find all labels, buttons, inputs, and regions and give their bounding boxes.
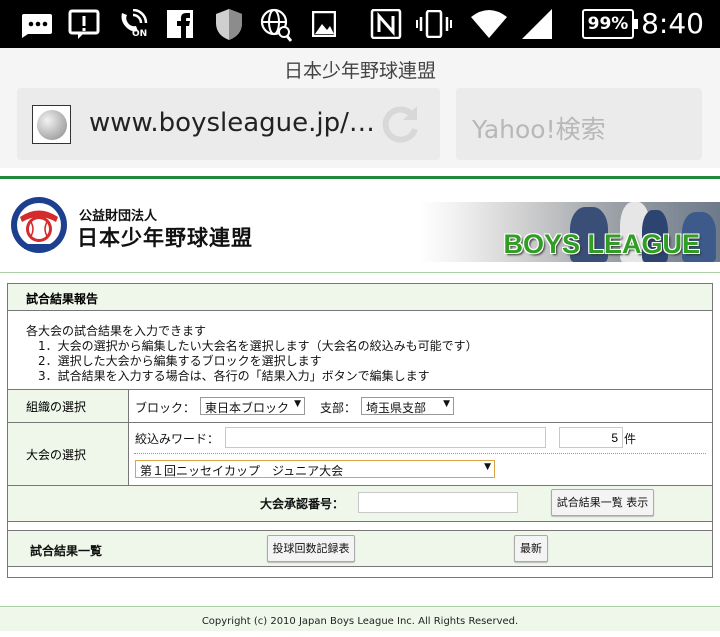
chat-bubble-icon [22, 14, 52, 38]
org-select-row: 組織の選択 ブロック： 東日本ブロック ▼ 支部： 埼玉県支部 ▼ [8, 389, 712, 422]
browser-toolbar: 日本少年野球連盟 www.boysleague.jp/… Yahoo!検索 [0, 48, 720, 168]
result-count-input[interactable] [559, 427, 623, 448]
signal-icon [522, 9, 552, 39]
site-header: 公益財団法人 日本少年野球連盟 BOYS LEAGUE [0, 180, 720, 273]
facebook-icon [167, 10, 193, 38]
reload-icon[interactable] [377, 102, 423, 148]
branch-select[interactable]: 埼玉県支部 ▼ [361, 397, 454, 415]
address-bar[interactable]: www.boysleague.jp/… [17, 88, 440, 160]
filter-word-input[interactable] [225, 427, 546, 448]
approval-number-label: 大会承認番号： [260, 497, 345, 511]
wifi-calling-label: ON [132, 29, 148, 39]
chevron-down-icon: ▼ [294, 399, 301, 409]
block-label: ブロック： [135, 401, 196, 415]
results-list-label: 試合結果一覧 [30, 544, 103, 558]
wifi-icon [471, 10, 507, 38]
approval-row: 大会承認番号： 試合結果一覧 表示 [8, 485, 712, 521]
tournament-select-label: 大会の選択 [8, 423, 129, 485]
filter-word-label: 絞込みワード： [135, 432, 220, 446]
browser-page-title: 日本少年野球連盟 [283, 60, 436, 82]
globe-search-icon [260, 8, 292, 42]
approval-number-input[interactable] [358, 492, 518, 513]
banner-text: BOYS LEAGUE [503, 229, 700, 259]
latest-button[interactable]: 最新 [514, 535, 548, 562]
chevron-down-icon: ▼ [484, 462, 491, 472]
form-description: 各大会の試合結果を入力できます 1．大会の選択から編集したい大会名を選択します（… [26, 324, 478, 383]
clock: 8:40 [641, 7, 704, 40]
org-name: 日本少年野球連盟 [77, 226, 253, 250]
vibrate-icon [416, 10, 452, 38]
pitch-record-button[interactable]: 投球回数記録表 [267, 535, 355, 562]
battery-indicator: 99% [582, 9, 638, 39]
block-select-value: 東日本ブロック [205, 401, 290, 415]
nfc-icon [370, 9, 402, 39]
status-bar: ON 99% 8:40 [0, 0, 720, 48]
alert-icon [68, 9, 100, 39]
boys-league-emblem-icon[interactable] [10, 196, 68, 254]
block-select[interactable]: 東日本ブロック ▼ [200, 397, 305, 415]
results-list-row: 試合結果一覧 投球回数記録表 最新 [8, 530, 712, 566]
boys-league-banner: BOYS LEAGUE [420, 202, 720, 262]
result-report-form: 試合結果報告 各大会の試合結果を入力できます 1．大会の選択から編集したい大会名… [7, 283, 713, 578]
tournament-select[interactable]: 第１回ニッセイカップ ジュニア大会 ▼ [135, 460, 495, 478]
url-text[interactable]: www.boysleague.jp/… [89, 108, 375, 138]
chevron-down-icon: ▼ [443, 399, 450, 409]
form-title: 試合結果報告 [8, 284, 712, 311]
copyright-footer: Copyright (c) 2010 Japan Boys League Inc… [0, 606, 720, 631]
org-select-label: 組織の選択 [8, 390, 129, 422]
shield-icon [216, 9, 242, 40]
web-page: 公益財団法人 日本少年野球連盟 BOYS LEAGUE 試合結果報告 各大会の試… [0, 168, 720, 631]
image-icon [312, 11, 336, 37]
site-favicon-icon [32, 105, 71, 144]
search-placeholder[interactable]: Yahoo!検索 [472, 110, 606, 146]
branch-label: 支部： [320, 401, 357, 415]
header-accent-line [0, 176, 720, 179]
tournament-select-row: 大会の選択 絞込みワード： 件 第１回ニッセイカップ ジュニア大会 ▼ [8, 422, 712, 485]
branch-select-value: 埼玉県支部 [366, 401, 427, 415]
count-unit: 件 [624, 432, 637, 446]
search-box[interactable]: Yahoo!検索 [456, 88, 702, 160]
tournament-select-value: 第１回ニッセイカップ ジュニア大会 [140, 464, 344, 478]
show-results-button[interactable]: 試合結果一覧 表示 [551, 489, 654, 516]
